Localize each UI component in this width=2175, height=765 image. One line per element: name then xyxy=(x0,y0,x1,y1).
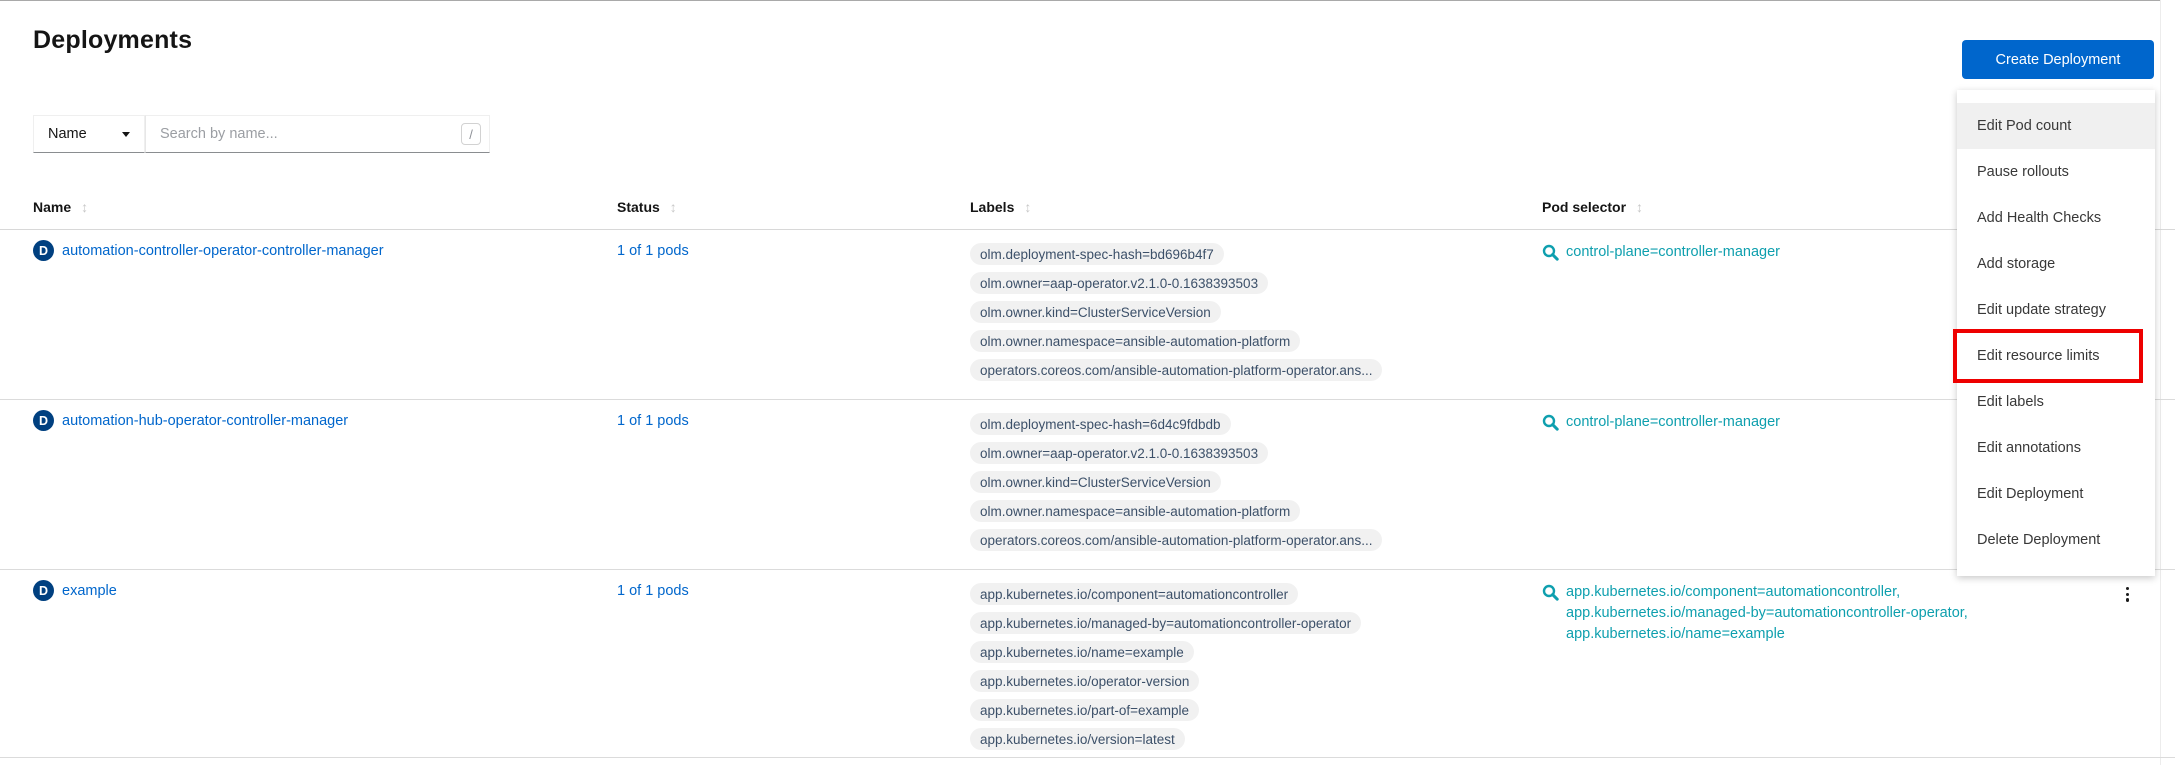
deployment-resource-icon: D xyxy=(33,410,54,431)
label-pill[interactable]: olm.owner=aap-operator.v2.1.0-0.16383935… xyxy=(970,272,1268,294)
deployments-table: Name ↕ Status ↕ Labels ↕ Pod selector ↕ … xyxy=(0,185,2175,758)
pod-selector-cell: app.kubernetes.io/component=automationco… xyxy=(1542,570,2105,645)
table-row: D automation-hub-operator-controller-man… xyxy=(0,400,2175,570)
deployment-link[interactable]: automation-hub-operator-controller-manag… xyxy=(62,413,348,429)
action-menu: Edit Pod count Pause rollouts Add Health… xyxy=(1957,90,2155,576)
table-row: D automation-controller-operator-control… xyxy=(0,230,2175,400)
label-pill[interactable]: olm.owner.namespace=ansible-automation-p… xyxy=(970,500,1300,522)
deployment-link[interactable]: automation-controller-operator-controlle… xyxy=(62,243,384,259)
column-header-status[interactable]: Status ↕ xyxy=(617,199,970,215)
status-cell: 1 of 1 pods xyxy=(617,570,970,600)
search-icon xyxy=(1542,414,1559,431)
table-header-row: Name ↕ Status ↕ Labels ↕ Pod selector ↕ xyxy=(0,185,2175,230)
labels-cell: olm.deployment-spec-hash=bd696b4f7 olm.o… xyxy=(970,230,1542,381)
status-cell: 1 of 1 pods xyxy=(617,400,970,430)
search-icon xyxy=(1542,584,1559,601)
label-pill[interactable]: app.kubernetes.io/name=example xyxy=(970,641,1194,663)
pod-selector-link[interactable]: control-plane=controller-manager xyxy=(1566,242,1780,263)
table-row: D example 1 of 1 pods app.kubernetes.io/… xyxy=(0,570,2175,758)
filter-toolbar: Name / xyxy=(33,115,490,153)
label-pill[interactable]: app.kubernetes.io/version=latest xyxy=(970,728,1185,750)
action-menu-item-add-health-checks[interactable]: Add Health Checks xyxy=(1957,195,2155,241)
action-menu-item-pause-rollouts[interactable]: Pause rollouts xyxy=(1957,149,2155,195)
action-menu-item-edit-labels[interactable]: Edit labels xyxy=(1957,379,2155,425)
labels-cell: app.kubernetes.io/component=automationco… xyxy=(970,570,1542,750)
label-pill[interactable]: olm.owner.kind=ClusterServiceVersion xyxy=(970,471,1221,493)
column-header-labels[interactable]: Labels ↕ xyxy=(970,199,1542,215)
label-pill[interactable]: olm.deployment-spec-hash=bd696b4f7 xyxy=(970,243,1224,265)
top-divider xyxy=(0,0,2160,1)
deployment-resource-icon: D xyxy=(33,580,54,601)
deployments-page: Deployments Create Deployment Name / Nam… xyxy=(0,0,2175,765)
page-title: Deployments xyxy=(33,26,192,55)
sort-icon: ↕ xyxy=(1636,199,1643,215)
pods-status-link[interactable]: 1 of 1 pods xyxy=(617,243,689,259)
action-menu-item-add-storage[interactable]: Add storage xyxy=(1957,241,2155,287)
pod-selector-link[interactable]: app.kubernetes.io/managed-by=automationc… xyxy=(1566,603,1968,624)
deployment-link[interactable]: example xyxy=(62,583,117,599)
action-menu-item-edit-annotations[interactable]: Edit annotations xyxy=(1957,425,2155,471)
chevron-down-icon xyxy=(122,132,130,137)
label-pill[interactable]: operators.coreos.com/ansible-automation-… xyxy=(970,529,1382,551)
action-menu-item-delete-deployment[interactable]: Delete Deployment xyxy=(1957,517,2155,563)
label-pill[interactable]: operators.coreos.com/ansible-automation-… xyxy=(970,359,1382,381)
label-pill[interactable]: app.kubernetes.io/part-of=example xyxy=(970,699,1199,721)
create-deployment-button[interactable]: Create Deployment xyxy=(1962,40,2154,79)
pods-status-link[interactable]: 1 of 1 pods xyxy=(617,413,689,429)
label-pill[interactable]: app.kubernetes.io/component=automationco… xyxy=(970,583,1298,605)
sort-icon: ↕ xyxy=(81,199,88,215)
label-pill[interactable]: olm.owner.namespace=ansible-automation-p… xyxy=(970,330,1300,352)
deployment-resource-icon: D xyxy=(33,240,54,261)
search-icon xyxy=(1542,244,1559,261)
label-pill[interactable]: olm.owner.kind=ClusterServiceVersion xyxy=(970,301,1221,323)
search-input[interactable] xyxy=(146,116,489,152)
pods-status-link[interactable]: 1 of 1 pods xyxy=(617,583,689,599)
action-menu-item-edit-resource-limits[interactable]: Edit resource limits xyxy=(1957,333,2155,379)
labels-cell: olm.deployment-spec-hash=6d4c9fdbdb olm.… xyxy=(970,400,1542,551)
sort-icon: ↕ xyxy=(670,199,677,215)
sort-icon: ↕ xyxy=(1024,199,1031,215)
action-menu-item-edit-update-strategy[interactable]: Edit update strategy xyxy=(1957,287,2155,333)
column-header-name[interactable]: Name ↕ xyxy=(0,199,617,215)
name-cell: D example xyxy=(0,570,617,601)
action-menu-item-edit-pod-count[interactable]: Edit Pod count xyxy=(1957,103,2155,149)
pod-selector-link[interactable]: app.kubernetes.io/component=automationco… xyxy=(1566,582,1968,603)
pod-selector-link[interactable]: app.kubernetes.io/name=example xyxy=(1566,624,1968,645)
name-cell: D automation-controller-operator-control… xyxy=(0,230,617,261)
filter-type-label: Name xyxy=(48,126,87,142)
name-cell: D automation-hub-operator-controller-man… xyxy=(0,400,617,431)
action-menu-item-edit-deployment[interactable]: Edit Deployment xyxy=(1957,471,2155,517)
search-box: / xyxy=(145,115,490,153)
pod-selector-link[interactable]: control-plane=controller-manager xyxy=(1566,412,1780,433)
label-pill[interactable]: olm.owner=aap-operator.v2.1.0-0.16383935… xyxy=(970,442,1268,464)
status-cell: 1 of 1 pods xyxy=(617,230,970,260)
filter-type-dropdown[interactable]: Name xyxy=(33,115,145,153)
label-pill[interactable]: app.kubernetes.io/managed-by=automationc… xyxy=(970,612,1361,634)
label-pill[interactable]: olm.deployment-spec-hash=6d4c9fdbdb xyxy=(970,413,1231,435)
label-pill[interactable]: app.kubernetes.io/operator-version xyxy=(970,670,1199,692)
keyboard-shortcut-hint: / xyxy=(461,123,481,145)
